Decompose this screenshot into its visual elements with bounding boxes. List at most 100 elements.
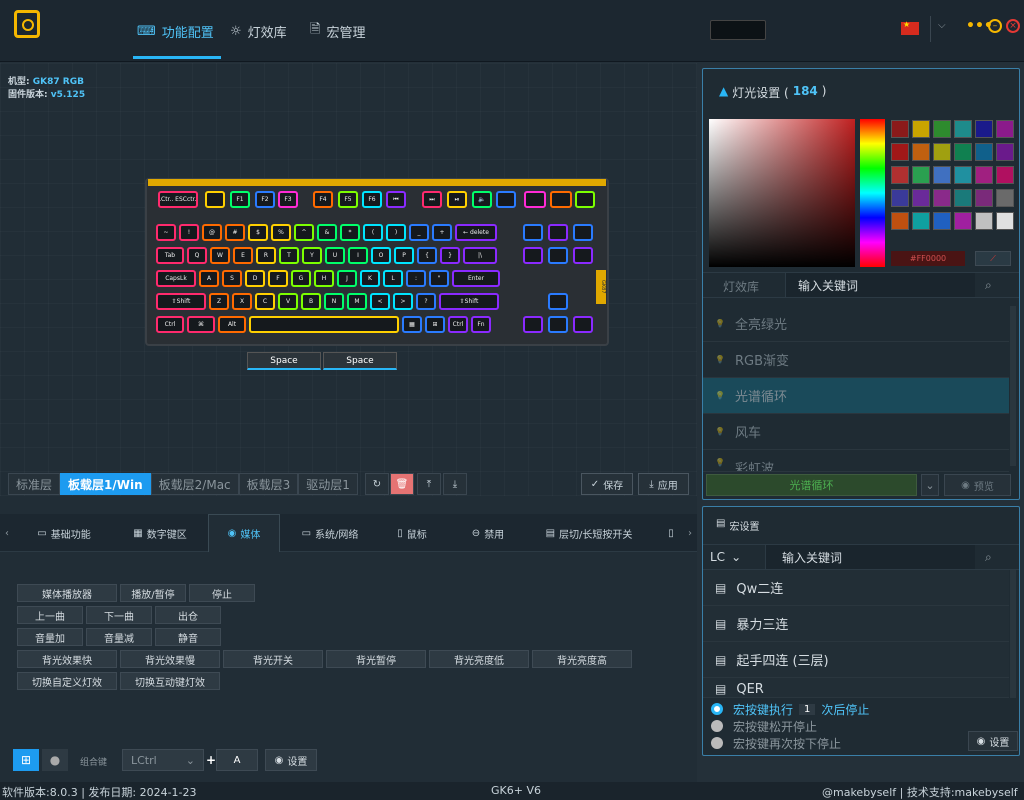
media-button[interactable]: 停止	[189, 584, 255, 602]
macro-settings-button[interactable]: ◉ 设置	[968, 731, 1018, 751]
selected-effect-field[interactable]: 光谱循环	[706, 474, 917, 496]
key-r1-8[interactable]: *	[340, 224, 360, 241]
tab-disable[interactable]: ⊖ 禁用	[460, 514, 516, 552]
key-r4-2[interactable]: X	[232, 293, 252, 310]
eyedropper-icon[interactable]: ⟋	[975, 251, 1011, 266]
key-f-row-2[interactable]: F1	[230, 191, 250, 208]
effects-scrollbar[interactable]	[1010, 306, 1016, 466]
media-button[interactable]: 出仓	[155, 606, 221, 624]
key-r1-3[interactable]: #	[225, 224, 245, 241]
tab-overflow-icon[interactable]: ▯	[664, 514, 678, 552]
macro-repress-stop-option[interactable]: 宏按键再次按下停止	[711, 735, 841, 751]
color-swatch[interactable]	[933, 120, 951, 138]
key-f-row-12[interactable]	[496, 191, 516, 208]
media-button[interactable]: 播放/暂停	[120, 584, 186, 602]
key-f-row-4[interactable]: F3	[278, 191, 298, 208]
color-picker-field[interactable]	[709, 119, 855, 267]
key-f-row-15[interactable]	[575, 191, 595, 208]
media-button[interactable]: 背光暂停	[326, 650, 426, 668]
key-r2-9[interactable]: O	[371, 247, 391, 264]
color-swatch[interactable]	[891, 212, 909, 230]
color-swatch[interactable]	[975, 120, 993, 138]
media-button[interactable]: 背光效果快	[17, 650, 117, 668]
key-r1-7[interactable]: &	[317, 224, 337, 241]
key-nav-6[interactable]	[548, 293, 568, 310]
media-button[interactable]: 音量减	[86, 628, 152, 646]
key-f-row-13[interactable]	[524, 191, 546, 208]
key-r3-12[interactable]: Enter	[452, 270, 500, 287]
effect-dropdown-icon[interactable]: ⌄	[921, 474, 939, 496]
color-swatch[interactable]	[996, 212, 1014, 230]
run-count-input[interactable]: 1	[799, 703, 816, 715]
color-swatch[interactable]	[891, 166, 909, 184]
key-r1-2[interactable]: @	[202, 224, 222, 241]
apple-icon[interactable]: ●	[42, 749, 68, 771]
color-swatch[interactable]	[891, 189, 909, 207]
color-swatch[interactable]	[975, 212, 993, 230]
key-r3-3[interactable]: D	[245, 270, 265, 287]
modifier-select[interactable]: LCtrl ⌄	[122, 749, 204, 771]
key-f-row-14[interactable]	[550, 191, 572, 208]
key-f-row-8[interactable]: ⏮	[386, 191, 406, 208]
media-button[interactable]: 下一曲	[86, 606, 152, 624]
upload-icon[interactable]: ⤒	[417, 473, 441, 495]
china-flag-icon[interactable]	[901, 20, 919, 35]
key-nav-4[interactable]	[548, 247, 568, 264]
key-r3-1[interactable]: A	[199, 270, 219, 287]
key-r1-13[interactable]: ← delete	[455, 224, 497, 241]
search-icon[interactable]: ⌕	[985, 550, 992, 565]
key-r5-4[interactable]: ▦	[402, 316, 422, 333]
key-r1-6[interactable]: ^	[294, 224, 314, 241]
hue-slider[interactable]	[860, 119, 885, 267]
key-r2-1[interactable]: Q	[187, 247, 207, 264]
tab-scroll-right-icon[interactable]: ›	[683, 514, 697, 552]
key-f-row-9[interactable]: ⏭	[422, 191, 442, 208]
key-r2-2[interactable]: W	[210, 247, 230, 264]
key-nav-9[interactable]	[573, 316, 593, 333]
light-search-input[interactable]: 输入关键词	[785, 273, 975, 297]
color-swatch[interactable]	[933, 189, 951, 207]
tab-macro-manager[interactable]: 🗎 宏管理	[306, 14, 369, 48]
key-nav-5[interactable]	[573, 247, 593, 264]
key-r1-4[interactable]: $	[248, 224, 268, 241]
light-effect-item[interactable]: 💡 光谱循环	[703, 378, 1009, 414]
color-swatch[interactable]	[954, 143, 972, 161]
key-r2-4[interactable]: R	[256, 247, 276, 264]
color-swatch[interactable]	[891, 143, 909, 161]
key-r4-8[interactable]: <	[370, 293, 390, 310]
minimize-icon[interactable]: –	[988, 19, 1002, 33]
media-button[interactable]: 媒体播放器	[17, 584, 117, 602]
color-swatch[interactable]	[912, 120, 930, 138]
tab-numpad[interactable]: ▦ 数字键区	[120, 514, 200, 552]
refresh-icon[interactable]: ↻	[365, 473, 389, 495]
media-button[interactable]: 背光效果慢	[120, 650, 220, 668]
media-button[interactable]: 背光亮度低	[429, 650, 529, 668]
media-button[interactable]: 音量加	[17, 628, 83, 646]
light-library-tab[interactable]: 灯效库	[723, 278, 759, 295]
combo-key-field[interactable]: A	[216, 749, 258, 771]
color-swatch[interactable]	[954, 120, 972, 138]
layer-tab-onboard2[interactable]: 板载层2/Mac	[150, 473, 239, 495]
key-f-row-3[interactable]: F2	[255, 191, 275, 208]
key-r2-8[interactable]: I	[348, 247, 368, 264]
key-f-row-10[interactable]: ⏯	[447, 191, 467, 208]
macro-run-count-option[interactable]: 宏按键执行 1 次后停止	[711, 701, 869, 717]
color-swatch[interactable]	[954, 166, 972, 184]
key-r2-5[interactable]: T	[279, 247, 299, 264]
macro-release-stop-option[interactable]: 宏按键松开停止	[711, 718, 817, 734]
tab-media[interactable]: ◉ 媒体	[208, 514, 280, 552]
color-swatch[interactable]	[912, 189, 930, 207]
macro-list-item[interactable]: ▤ 起手四连 (三层)	[703, 642, 1009, 678]
delete-icon[interactable]: 🗑	[390, 473, 414, 495]
color-swatch[interactable]	[954, 212, 972, 230]
key-r5-5[interactable]: ⊞	[425, 316, 445, 333]
key-r2-10[interactable]: P	[394, 247, 414, 264]
windows-icon[interactable]: ⊞	[13, 749, 39, 771]
color-swatch[interactable]	[975, 143, 993, 161]
key-r3-6[interactable]: H	[314, 270, 334, 287]
key-r1-5[interactable]: %	[271, 224, 291, 241]
save-button[interactable]: ✓ 保存	[581, 473, 633, 495]
key-r4-6[interactable]: N	[324, 293, 344, 310]
tab-basic-functions[interactable]: ▭ 基础功能	[24, 514, 104, 552]
spacebar-key-alt[interactable]: Space	[323, 352, 397, 370]
